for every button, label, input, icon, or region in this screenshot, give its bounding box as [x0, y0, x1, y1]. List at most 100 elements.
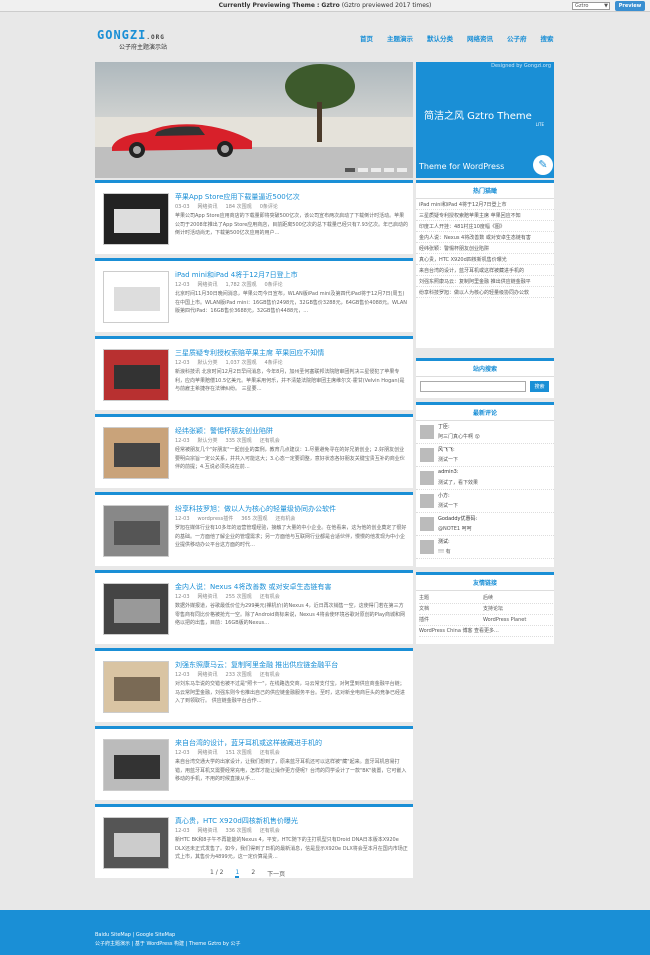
- comment-author[interactable]: admin3:: [438, 469, 459, 475]
- theme-banner[interactable]: Designed by Gongzi.org 简洁之风 Gztro Theme …: [416, 62, 554, 178]
- post-card: 刘强东照康马云：复制阿里金融 推出供应链金融平台 12-03 网络资讯 233 次围…: [95, 648, 413, 722]
- link-item[interactable]: 文档: [419, 604, 483, 615]
- post-comments[interactable]: 还有机会: [260, 672, 280, 678]
- post-category[interactable]: 网络资讯: [198, 750, 218, 756]
- site-logo[interactable]: GONGZI.ORG 公子府主题演示站: [97, 28, 167, 51]
- search-input[interactable]: [420, 381, 526, 392]
- theme-select[interactable]: Gztro ▼: [572, 2, 610, 10]
- post-comments[interactable]: 还有机会: [260, 438, 280, 444]
- avatar: [420, 540, 434, 554]
- link-item[interactable]: 插件: [419, 615, 483, 626]
- post-comments[interactable]: 0条评论: [264, 282, 282, 288]
- link-item[interactable]: WordPress China 博客 查看更多...: [419, 626, 553, 637]
- post-thumbnail[interactable]: [103, 817, 169, 869]
- link-item[interactable]: 支持论坛: [483, 604, 553, 615]
- post-excerpt: 数据外媒报道，谷歌最低价位为299美元(裸机价)的Nexus 4，近日再次销售一…: [175, 603, 405, 626]
- post-category[interactable]: 网络资讯: [198, 282, 218, 288]
- comment-author[interactable]: 小方:: [438, 492, 450, 499]
- nav-item-default[interactable]: 默认分类: [427, 33, 453, 43]
- post-comments[interactable]: 还有机会: [260, 750, 280, 756]
- comment-item[interactable]: admin3: 测试了，看下效果: [416, 467, 554, 490]
- post-title[interactable]: iPad mini和iPad 4将于12月7日登上市: [175, 270, 405, 280]
- nav-item-search[interactable]: 搜索: [541, 33, 554, 43]
- hot-post-item[interactable]: 来自台湾的设计，蓝牙耳机或这样被藏进手机的: [416, 265, 554, 276]
- post-category[interactable]: 网络资讯: [198, 204, 218, 210]
- comment-author[interactable]: 测试:: [438, 538, 450, 545]
- comment-author[interactable]: 风飞飞:: [438, 446, 455, 453]
- post-category[interactable]: 网络资讯: [198, 594, 218, 600]
- nav-item-news[interactable]: 网络资讯: [467, 33, 493, 43]
- footer-credits: 公子府主题演示 | 基于 WordPress 构建 | Theme Gztro …: [95, 941, 241, 947]
- post-category[interactable]: 网络资讯: [198, 828, 218, 834]
- post-title[interactable]: 真心贵，HTC X920d四核新机售价曝光: [175, 816, 405, 826]
- featured-slider[interactable]: [95, 62, 413, 178]
- comment-item[interactable]: 丁臣: 阿三门真心牛啊 😮: [416, 421, 554, 444]
- post-thumbnail[interactable]: [103, 583, 169, 635]
- post-thumbnail[interactable]: [103, 427, 169, 479]
- preview-message: Currently Previewing Theme : Gztro (Gztr…: [218, 2, 432, 9]
- post-thumbnail[interactable]: [103, 661, 169, 713]
- post-title[interactable]: 来自台湾的设计，蓝牙耳机或这样被藏进手机的: [175, 738, 405, 748]
- link-item[interactable]: 主题: [419, 593, 483, 604]
- site-header: GONGZI.ORG 公子府主题演示站 首页 主题演示 默认分类 网络资讯 公子…: [0, 13, 650, 61]
- post-title[interactable]: 经纬张颖：警惕杯朋友创业陷阱: [175, 426, 405, 436]
- post-comments[interactable]: 还有机会: [260, 828, 280, 834]
- post-thumbnail[interactable]: [103, 505, 169, 557]
- footer-sitemap[interactable]: Baidu SiteMap | Google SiteMap: [95, 932, 175, 938]
- post-title[interactable]: 金内人说：Nexus 4将改善数 或对安卓生态链有害: [175, 582, 405, 592]
- hot-post-item[interactable]: 三星质疑专利授权索赔苹果主席 苹果回应不知: [416, 210, 554, 221]
- slider-dots[interactable]: [345, 168, 410, 172]
- post-card: 来自台湾的设计，蓝牙耳机或这样被藏进手机的 12-03 网络资讯 151 次围观 还有…: [95, 726, 413, 800]
- post-category[interactable]: 默认分类: [198, 438, 218, 444]
- post-comments[interactable]: 4条评论: [264, 360, 282, 366]
- nav-item-themes[interactable]: 主题演示: [387, 33, 413, 43]
- post-card: 金内人说：Nexus 4将改善数 或对安卓生态链有害 12-03 网络资讯 255 …: [95, 570, 413, 644]
- comment-item[interactable]: 风飞飞: 测试一下: [416, 444, 554, 467]
- post-excerpt: 经常被朋友几个"好朋友"一起创业的案例，教育几点建议：1.尽量避免寻在的好兄弟创…: [175, 447, 405, 470]
- search-button[interactable]: 搜索: [530, 381, 549, 392]
- hot-post-item[interactable]: 金内人说：Nexus 4将改善数 或对安卓生态链有害: [416, 232, 554, 243]
- post-thumbnail[interactable]: [103, 193, 169, 245]
- preview-button[interactable]: Preview: [615, 1, 645, 11]
- post-thumbnail[interactable]: [103, 271, 169, 323]
- post-thumbnail[interactable]: [103, 739, 169, 791]
- avatar: [420, 471, 434, 485]
- post-comments[interactable]: 0条评论: [260, 204, 278, 210]
- post-views: 1,037 次围观: [225, 360, 257, 366]
- post-comments[interactable]: 还有机会: [275, 516, 295, 522]
- post-title[interactable]: 苹果App Store应用下载量逼近500亿次: [175, 192, 405, 202]
- comment-item[interactable]: 小方: 测试一下: [416, 490, 554, 513]
- hot-post-item[interactable]: 印度工人开挂：481村庄10度幅《图》: [416, 221, 554, 232]
- nav-item-gongzi[interactable]: 公子府: [507, 33, 527, 43]
- comment-text: !!! 有: [438, 549, 451, 555]
- post-title[interactable]: 刘强东照康马云：复制阿里金融 推出供应链金融平台: [175, 660, 405, 670]
- comment-item[interactable]: 测试: !!! 有: [416, 536, 554, 559]
- link-item[interactable]: 后续: [483, 593, 553, 604]
- hot-post-item[interactable]: iPad mini和iPad 4将于12月7日登上市: [416, 199, 554, 210]
- hot-post-item[interactable]: 刘强东照康马云：复制阿里金融 推出供应链金融平: [416, 276, 554, 287]
- page-1[interactable]: 1: [235, 869, 240, 878]
- avatar: [420, 517, 434, 531]
- comment-item[interactable]: Godaddy优惠码: @NOTE1 呵呵: [416, 513, 554, 536]
- post-category[interactable]: 网络资讯: [198, 672, 218, 678]
- post-category[interactable]: wordpress插件: [198, 516, 234, 522]
- post-title[interactable]: 三星质疑专利授权索赔苹果主席 苹果回应不知情: [175, 348, 405, 358]
- comment-author[interactable]: 丁臣:: [438, 423, 450, 430]
- comment-author[interactable]: Godaddy优惠码:: [438, 515, 477, 522]
- page-2[interactable]: 2: [251, 869, 255, 878]
- link-item[interactable]: WordPress Planet: [483, 615, 553, 626]
- post-card: 纷享科技罗旭：做以人为核心的轻量级协同办公软件 12-03 wordpress插件…: [95, 492, 413, 566]
- avatar: [420, 494, 434, 508]
- nav-item-home[interactable]: 首页: [360, 33, 373, 43]
- post-thumbnail[interactable]: [103, 349, 169, 401]
- post-date: 12-03: [175, 594, 190, 600]
- hot-post-item[interactable]: 真心贵，HTC X920d四核新机售价曝光: [416, 254, 554, 265]
- post-comments[interactable]: 还有机会: [260, 594, 280, 600]
- post-category[interactable]: 默认分类: [198, 360, 218, 366]
- next-page[interactable]: 下一页: [267, 869, 285, 878]
- post-excerpt: 来自台湾交通大学的出家设计，让我们想到了，原来蓝牙耳机还可以这样被"藏"起来。蓝…: [175, 759, 407, 782]
- hot-post-item[interactable]: 经纬张颖：警惕杯朋友创业陷阱: [416, 243, 554, 254]
- post-title[interactable]: 纷享科技罗旭：做以人为核心的轻量级协同办公软件: [175, 504, 405, 514]
- widget-title: 热门猫瞰: [416, 183, 554, 199]
- hot-post-item[interactable]: 纷享科技罗旭：做以人为核心的轻量级协同办公软: [416, 287, 554, 298]
